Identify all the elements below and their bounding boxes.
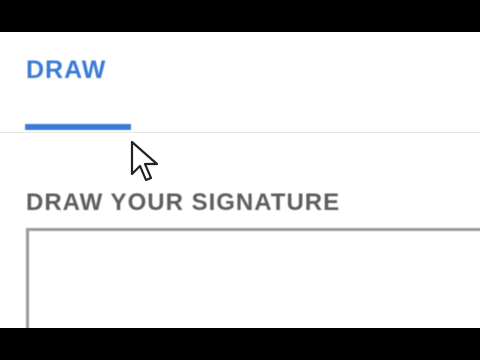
video-frame: DRAW DRAW YOUR SIGNATURE [0,0,480,360]
tab-draw-label: DRAW [26,56,107,84]
mouse-pointer-icon [130,140,159,182]
tab-draw[interactable]: DRAW [25,32,131,132]
tab-bar: DRAW [0,32,480,133]
tab-active-indicator [25,124,131,130]
signature-canvas[interactable] [26,228,480,328]
signature-heading: DRAW YOUR SIGNATURE [26,189,341,216]
signature-panel: DRAW DRAW YOUR SIGNATURE [0,32,480,328]
